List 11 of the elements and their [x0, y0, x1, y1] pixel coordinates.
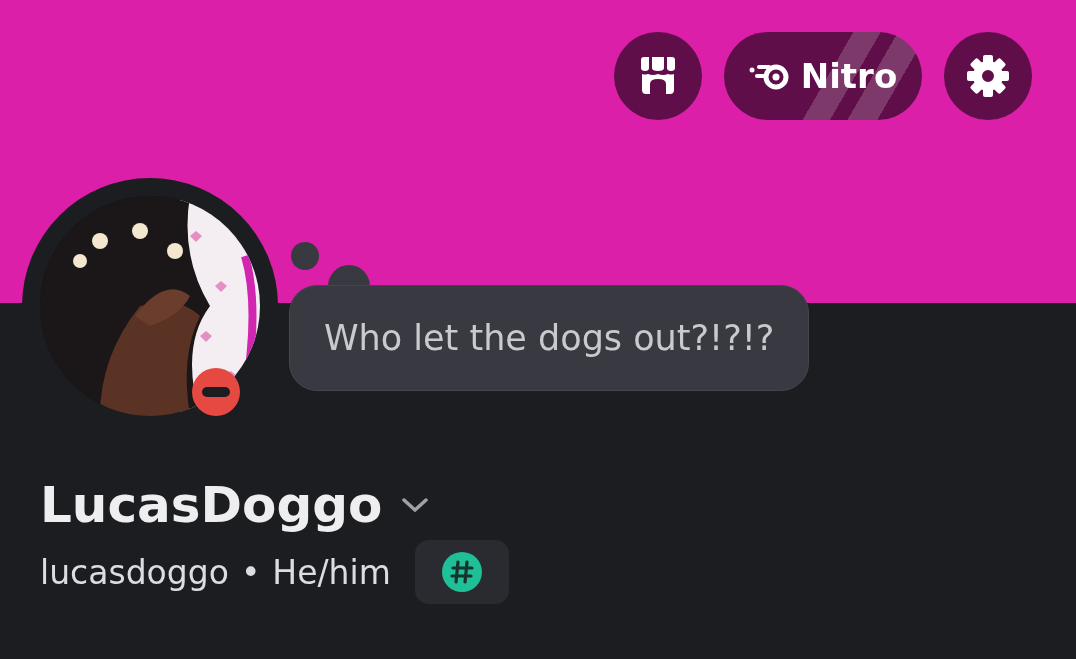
- thought-bubble-dot: [290, 241, 320, 271]
- hashtag-icon: [441, 552, 482, 592]
- shop-icon: [638, 56, 678, 96]
- chevron-down-icon[interactable]: [400, 496, 431, 514]
- nitro-button[interactable]: Nitro: [724, 32, 922, 120]
- settings-icon: [966, 54, 1010, 98]
- custom-status-bubble[interactable]: Who let the dogs out?!?!?: [289, 285, 810, 391]
- separator-dot: •: [240, 552, 261, 592]
- username: lucasdoggo: [40, 552, 229, 592]
- display-name: LucasDoggo: [40, 476, 383, 534]
- pronouns: He/him: [272, 552, 391, 592]
